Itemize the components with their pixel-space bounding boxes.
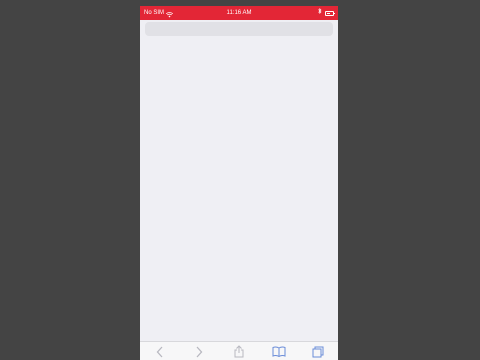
bluetooth-icon <box>318 6 322 20</box>
right-letterbox <box>338 0 480 360</box>
status-bar: No SIM 11:16 AM <box>140 6 338 20</box>
left-letterbox <box>0 0 140 360</box>
chevron-right-icon <box>195 346 203 358</box>
browser-toolbar <box>140 341 338 360</box>
book-icon <box>272 346 286 357</box>
address-bar[interactable] <box>145 22 333 36</box>
share-button[interactable] <box>229 344 249 360</box>
page-content <box>140 40 338 340</box>
back-button[interactable] <box>150 344 170 360</box>
share-icon <box>234 345 244 358</box>
battery-icon <box>325 10 335 16</box>
tabs-button[interactable] <box>308 344 328 360</box>
forward-button[interactable] <box>189 344 209 360</box>
tabs-icon <box>312 346 324 358</box>
chevron-left-icon <box>156 346 164 358</box>
status-time: 11:16 AM <box>226 10 252 16</box>
bookmarks-button[interactable] <box>269 344 289 360</box>
phone-screen: No SIM 11:16 AM <box>140 6 338 360</box>
status-right-group <box>318 6 335 20</box>
